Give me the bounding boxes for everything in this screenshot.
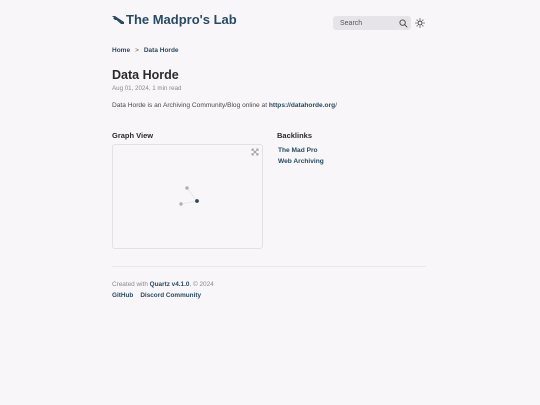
backlinks-heading: Backlinks: [277, 131, 313, 140]
external-link[interactable]: https://datahorde.org: [269, 102, 335, 109]
sun-icon[interactable]: [415, 18, 425, 28]
graph-view[interactable]: [112, 144, 263, 249]
page-meta: Aug 01, 2024, 1 min read: [112, 85, 182, 92]
breadcrumb: Home > Data Horde: [112, 47, 179, 54]
footer-credit-prefix: Created with: [112, 281, 150, 288]
lab-logo-icon: [112, 15, 124, 24]
graph-node[interactable]: [179, 202, 183, 206]
breadcrumb-separator: >: [135, 47, 139, 54]
graph-node[interactable]: [185, 186, 189, 190]
search-icon: [399, 18, 408, 28]
backlink-web-archiving[interactable]: Web Archiving: [277, 156, 324, 167]
footer-credit: Created with Quartz v4.1.0, © 2024: [112, 281, 214, 288]
page-title: Data Horde: [112, 68, 179, 82]
footer-link-discord[interactable]: Discord Community: [140, 292, 201, 299]
site-header: The Madpro's Lab Search: [112, 12, 426, 34]
quartz-link[interactable]: Quartz v4.1.0: [150, 281, 190, 288]
breadcrumb-home[interactable]: Home: [112, 47, 130, 54]
graph-edge: [180, 200, 198, 205]
search-bar[interactable]: Search: [333, 16, 411, 30]
article-body-text: Data Horde is an Archiving Community/Blo…: [112, 102, 269, 109]
graph-node-current[interactable]: [195, 199, 199, 203]
footer-links: GitHub Discord Community: [112, 292, 201, 299]
graph-heading: Graph View: [112, 131, 154, 140]
search-placeholder: Search: [340, 19, 363, 27]
article-body: Data Horde is an Archiving Community/Blo…: [112, 102, 337, 109]
expand-icon[interactable]: [251, 148, 259, 156]
graph-canvas[interactable]: [113, 145, 264, 250]
external-link-suffix[interactable]: /: [335, 102, 337, 109]
footer-divider: [112, 266, 426, 267]
site-brand[interactable]: The Madpro's Lab: [112, 12, 237, 27]
footer-link-github[interactable]: GitHub: [112, 292, 133, 299]
footer-credit-suffix: , © 2024: [189, 281, 214, 288]
backlink-the-mad-pro[interactable]: The Mad Pro: [277, 145, 324, 156]
backlinks-list: The Mad Pro Web Archiving: [277, 145, 324, 167]
breadcrumb-current[interactable]: Data Horde: [144, 47, 179, 54]
graph-edge: [186, 187, 198, 202]
site-title[interactable]: The Madpro's Lab: [126, 12, 237, 27]
